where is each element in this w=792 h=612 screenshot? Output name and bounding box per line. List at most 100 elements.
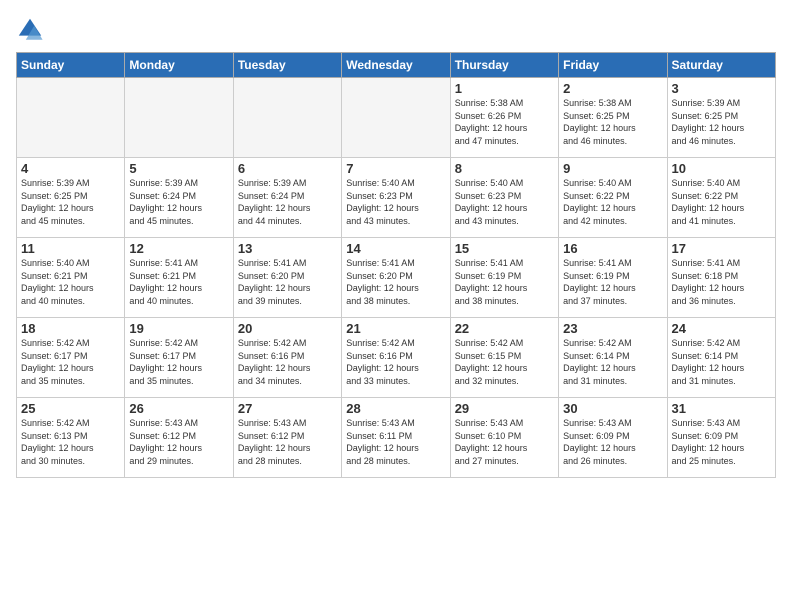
calendar-cell: 1Sunrise: 5:38 AM Sunset: 6:26 PM Daylig… [450,78,558,158]
day-info: Sunrise: 5:43 AM Sunset: 6:12 PM Dayligh… [238,417,337,467]
calendar-cell [17,78,125,158]
weekday-header: Friday [559,53,667,78]
day-number: 9 [563,161,662,176]
day-number: 28 [346,401,445,416]
day-number: 13 [238,241,337,256]
weekday-header: Thursday [450,53,558,78]
calendar-cell: 11Sunrise: 5:40 AM Sunset: 6:21 PM Dayli… [17,238,125,318]
calendar-header-row: SundayMondayTuesdayWednesdayThursdayFrid… [17,53,776,78]
day-info: Sunrise: 5:42 AM Sunset: 6:17 PM Dayligh… [21,337,120,387]
calendar-week-row: 18Sunrise: 5:42 AM Sunset: 6:17 PM Dayli… [17,318,776,398]
calendar-cell: 30Sunrise: 5:43 AM Sunset: 6:09 PM Dayli… [559,398,667,478]
weekday-header: Sunday [17,53,125,78]
day-info: Sunrise: 5:42 AM Sunset: 6:14 PM Dayligh… [672,337,771,387]
calendar-cell: 18Sunrise: 5:42 AM Sunset: 6:17 PM Dayli… [17,318,125,398]
day-info: Sunrise: 5:41 AM Sunset: 6:19 PM Dayligh… [563,257,662,307]
day-number: 22 [455,321,554,336]
day-info: Sunrise: 5:43 AM Sunset: 6:11 PM Dayligh… [346,417,445,467]
weekday-header: Tuesday [233,53,341,78]
calendar-cell: 24Sunrise: 5:42 AM Sunset: 6:14 PM Dayli… [667,318,775,398]
day-number: 14 [346,241,445,256]
day-number: 3 [672,81,771,96]
calendar-cell: 26Sunrise: 5:43 AM Sunset: 6:12 PM Dayli… [125,398,233,478]
day-number: 17 [672,241,771,256]
day-info: Sunrise: 5:42 AM Sunset: 6:15 PM Dayligh… [455,337,554,387]
day-number: 5 [129,161,228,176]
day-info: Sunrise: 5:40 AM Sunset: 6:22 PM Dayligh… [672,177,771,227]
calendar-cell: 29Sunrise: 5:43 AM Sunset: 6:10 PM Dayli… [450,398,558,478]
day-number: 2 [563,81,662,96]
day-info: Sunrise: 5:39 AM Sunset: 6:24 PM Dayligh… [129,177,228,227]
day-info: Sunrise: 5:43 AM Sunset: 6:12 PM Dayligh… [129,417,228,467]
day-info: Sunrise: 5:42 AM Sunset: 6:16 PM Dayligh… [238,337,337,387]
day-info: Sunrise: 5:41 AM Sunset: 6:21 PM Dayligh… [129,257,228,307]
calendar-cell: 22Sunrise: 5:42 AM Sunset: 6:15 PM Dayli… [450,318,558,398]
day-info: Sunrise: 5:38 AM Sunset: 6:26 PM Dayligh… [455,97,554,147]
calendar-week-row: 1Sunrise: 5:38 AM Sunset: 6:26 PM Daylig… [17,78,776,158]
day-number: 21 [346,321,445,336]
day-number: 15 [455,241,554,256]
day-info: Sunrise: 5:40 AM Sunset: 6:22 PM Dayligh… [563,177,662,227]
calendar-cell: 13Sunrise: 5:41 AM Sunset: 6:20 PM Dayli… [233,238,341,318]
day-number: 20 [238,321,337,336]
calendar-cell: 4Sunrise: 5:39 AM Sunset: 6:25 PM Daylig… [17,158,125,238]
day-number: 10 [672,161,771,176]
calendar-cell: 2Sunrise: 5:38 AM Sunset: 6:25 PM Daylig… [559,78,667,158]
day-info: Sunrise: 5:40 AM Sunset: 6:23 PM Dayligh… [455,177,554,227]
calendar-week-row: 25Sunrise: 5:42 AM Sunset: 6:13 PM Dayli… [17,398,776,478]
calendar-cell [125,78,233,158]
weekday-header: Monday [125,53,233,78]
day-info: Sunrise: 5:43 AM Sunset: 6:10 PM Dayligh… [455,417,554,467]
calendar-cell: 9Sunrise: 5:40 AM Sunset: 6:22 PM Daylig… [559,158,667,238]
day-number: 19 [129,321,228,336]
page: SundayMondayTuesdayWednesdayThursdayFrid… [0,0,792,612]
day-number: 4 [21,161,120,176]
day-number: 30 [563,401,662,416]
calendar-cell: 25Sunrise: 5:42 AM Sunset: 6:13 PM Dayli… [17,398,125,478]
logo [16,16,48,44]
day-number: 29 [455,401,554,416]
day-number: 18 [21,321,120,336]
day-number: 24 [672,321,771,336]
calendar-cell: 21Sunrise: 5:42 AM Sunset: 6:16 PM Dayli… [342,318,450,398]
day-number: 1 [455,81,554,96]
day-info: Sunrise: 5:40 AM Sunset: 6:21 PM Dayligh… [21,257,120,307]
calendar-cell: 10Sunrise: 5:40 AM Sunset: 6:22 PM Dayli… [667,158,775,238]
day-info: Sunrise: 5:41 AM Sunset: 6:18 PM Dayligh… [672,257,771,307]
calendar-cell: 3Sunrise: 5:39 AM Sunset: 6:25 PM Daylig… [667,78,775,158]
day-info: Sunrise: 5:42 AM Sunset: 6:14 PM Dayligh… [563,337,662,387]
calendar-cell: 8Sunrise: 5:40 AM Sunset: 6:23 PM Daylig… [450,158,558,238]
calendar-cell: 16Sunrise: 5:41 AM Sunset: 6:19 PM Dayli… [559,238,667,318]
day-number: 12 [129,241,228,256]
calendar-week-row: 4Sunrise: 5:39 AM Sunset: 6:25 PM Daylig… [17,158,776,238]
calendar-cell: 19Sunrise: 5:42 AM Sunset: 6:17 PM Dayli… [125,318,233,398]
day-number: 31 [672,401,771,416]
day-number: 6 [238,161,337,176]
day-number: 7 [346,161,445,176]
day-number: 16 [563,241,662,256]
day-number: 25 [21,401,120,416]
calendar-cell: 31Sunrise: 5:43 AM Sunset: 6:09 PM Dayli… [667,398,775,478]
calendar-cell [342,78,450,158]
calendar-cell: 6Sunrise: 5:39 AM Sunset: 6:24 PM Daylig… [233,158,341,238]
weekday-header: Saturday [667,53,775,78]
calendar-cell: 14Sunrise: 5:41 AM Sunset: 6:20 PM Dayli… [342,238,450,318]
day-info: Sunrise: 5:39 AM Sunset: 6:25 PM Dayligh… [672,97,771,147]
calendar-cell: 12Sunrise: 5:41 AM Sunset: 6:21 PM Dayli… [125,238,233,318]
calendar-cell: 7Sunrise: 5:40 AM Sunset: 6:23 PM Daylig… [342,158,450,238]
day-info: Sunrise: 5:41 AM Sunset: 6:19 PM Dayligh… [455,257,554,307]
logo-icon [16,16,44,44]
day-info: Sunrise: 5:38 AM Sunset: 6:25 PM Dayligh… [563,97,662,147]
day-info: Sunrise: 5:42 AM Sunset: 6:17 PM Dayligh… [129,337,228,387]
day-info: Sunrise: 5:39 AM Sunset: 6:25 PM Dayligh… [21,177,120,227]
day-info: Sunrise: 5:43 AM Sunset: 6:09 PM Dayligh… [672,417,771,467]
calendar-week-row: 11Sunrise: 5:40 AM Sunset: 6:21 PM Dayli… [17,238,776,318]
calendar-cell: 20Sunrise: 5:42 AM Sunset: 6:16 PM Dayli… [233,318,341,398]
calendar-cell: 28Sunrise: 5:43 AM Sunset: 6:11 PM Dayli… [342,398,450,478]
calendar-cell: 5Sunrise: 5:39 AM Sunset: 6:24 PM Daylig… [125,158,233,238]
day-number: 26 [129,401,228,416]
calendar: SundayMondayTuesdayWednesdayThursdayFrid… [16,52,776,478]
weekday-header: Wednesday [342,53,450,78]
day-number: 23 [563,321,662,336]
day-info: Sunrise: 5:42 AM Sunset: 6:13 PM Dayligh… [21,417,120,467]
